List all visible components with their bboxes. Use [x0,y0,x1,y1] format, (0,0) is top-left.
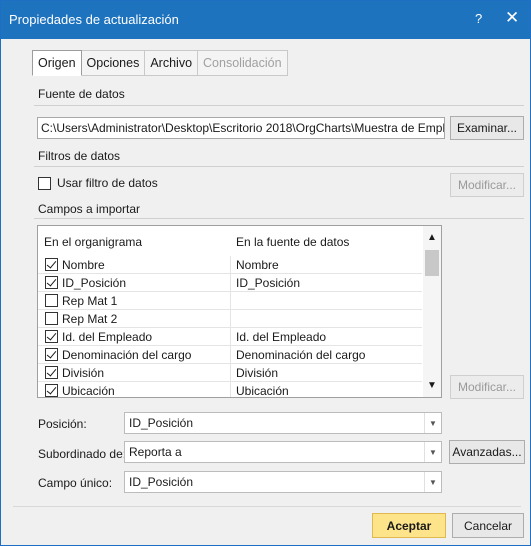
filters-divider [34,166,524,167]
table-row[interactable]: División División [38,364,422,382]
tab-origen[interactable]: Origen [32,50,82,76]
table-row[interactable]: Ubicación Ubicación [38,382,422,398]
unique-field-label: Campo único: [38,476,113,490]
grid-header: En el organigrama En la fuente de datos [38,226,441,256]
accept-button-label: Aceptar [386,519,432,533]
field-checkbox[interactable] [45,312,58,325]
subordinate-value: Reporta a [129,445,182,459]
grid-scrollbar[interactable]: ▲ ▼ [423,226,441,397]
col-header-organigrama: En el organigrama [44,235,143,249]
update-properties-dialog: Propiedades de actualización ? ✕ Origen … [0,0,531,546]
field-checkbox[interactable] [45,294,58,307]
field-name: Ubicación [62,384,115,398]
field-name: ID_Posición [62,276,127,290]
browse-button[interactable]: Examinar... [450,116,524,140]
field-source: Denominación del cargo [236,348,366,362]
use-filter-checkbox[interactable] [38,177,51,190]
position-value: ID_Posición [129,416,194,430]
field-checkbox[interactable] [45,348,58,361]
field-source: Nombre [236,258,279,272]
window-title: Propiedades de actualización [9,12,179,27]
fields-grid: En el organigrama En la fuente de datos … [37,225,442,398]
footer-divider [13,506,521,507]
field-checkbox[interactable] [45,258,58,271]
field-name: Nombre [62,258,105,272]
data-source-path[interactable]: C:\Users\Administrator\Desktop\Escritori… [37,117,445,139]
use-filter-label: Usar filtro de datos [57,176,158,190]
col-header-fuente: En la fuente de datos [236,235,350,249]
fields-heading: Campos a importar [38,202,141,216]
scroll-down-icon[interactable]: ▼ [427,380,437,391]
field-name: Id. del Empleado [62,330,153,344]
table-row[interactable]: ID_Posición ID_Posición [38,274,422,292]
title-bar: Propiedades de actualización ? ✕ [1,1,530,39]
field-name: Rep Mat 2 [62,312,118,326]
cancel-button[interactable]: Cancelar [452,513,524,538]
chevron-down-icon[interactable]: ▼ [424,442,441,462]
field-name: Rep Mat 1 [62,294,118,308]
table-row[interactable]: Rep Mat 2 [38,310,422,328]
chevron-down-icon[interactable]: ▼ [424,413,441,433]
cancel-button-label: Cancelar [463,519,513,533]
help-icon[interactable]: ? [475,11,482,26]
subordinate-select[interactable]: Reporta a ▼ [124,441,442,463]
field-checkbox[interactable] [45,330,58,343]
table-row[interactable]: Rep Mat 1 [38,292,422,310]
filter-modify-button: Modificar... [450,173,524,197]
close-icon[interactable]: ✕ [505,8,519,28]
table-row[interactable]: Id. del Empleado Id. del Empleado [38,328,422,346]
field-source: Ubicación [236,384,289,398]
fields-modify-label: Modificar... [457,380,517,394]
table-row[interactable]: Nombre Nombre [38,256,422,274]
fields-divider [34,218,524,219]
scroll-thumb[interactable] [425,250,439,276]
browse-button-label: Examinar... [456,121,518,135]
chevron-down-icon[interactable]: ▼ [424,472,441,492]
table-row[interactable]: Denominación del cargo Denominación del … [38,346,422,364]
field-checkbox[interactable] [45,276,58,289]
source-divider [34,105,524,106]
source-heading: Fuente de datos [38,87,125,101]
field-name: Denominación del cargo [62,348,192,362]
tab-bar: Origen Opciones Archivo Consolidación [32,50,288,76]
accept-button[interactable]: Aceptar [372,513,446,538]
field-checkbox[interactable] [45,366,58,379]
field-source: Id. del Empleado [236,330,327,344]
unique-field-select[interactable]: ID_Posición ▼ [124,471,442,493]
field-checkbox[interactable] [45,384,58,397]
field-name: División [62,366,105,380]
advanced-button[interactable]: Avanzadas... [449,440,525,464]
scroll-up-icon[interactable]: ▲ [427,232,437,243]
position-select[interactable]: ID_Posición ▼ [124,412,442,434]
fields-modify-button: Modificar... [450,375,524,399]
field-source: ID_Posición [236,276,301,290]
tab-archivo[interactable]: Archivo [145,50,199,76]
unique-field-value: ID_Posición [129,475,194,489]
advanced-button-label: Avanzadas... [452,445,522,459]
field-source: División [236,366,279,380]
filter-modify-label: Modificar... [457,178,517,192]
tab-opciones[interactable]: Opciones [81,50,146,76]
subordinate-label: Subordinado de: [38,447,127,461]
position-label: Posición: [38,417,87,431]
filters-heading: Filtros de datos [38,149,121,163]
tab-consolidacion: Consolidación [198,50,288,76]
